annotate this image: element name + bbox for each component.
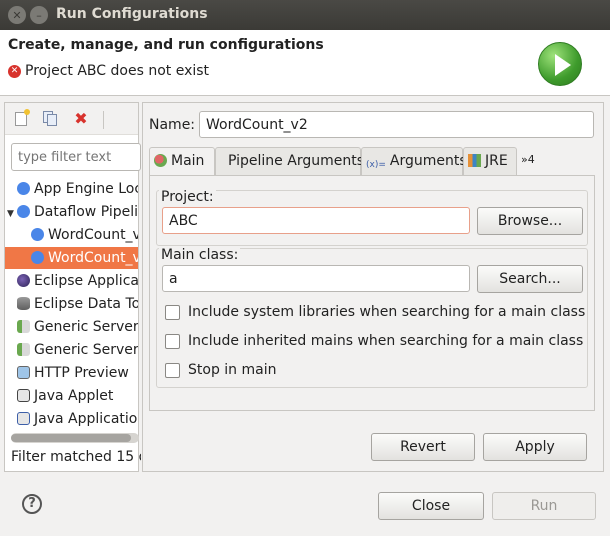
tree-item-label: Eclipse Application <box>34 273 138 289</box>
tree-item-wordcount-v2[interactable]: WordCount_v2 <box>5 247 138 269</box>
tree-item-label: Generic Server <box>34 319 138 335</box>
new-configuration-icon[interactable] <box>15 109 30 126</box>
main-tab-icon <box>154 154 167 167</box>
delete-configuration-icon[interactable]: ✖ <box>73 111 89 127</box>
error-message-text: Project ABC does not exist <box>25 63 210 79</box>
configuration-list-panel: ✖ App Engine Local Server ▼ Dataflow Pipe… <box>4 102 141 472</box>
include-inherited-mains-checkbox[interactable]: Include inherited mains when searching f… <box>165 333 583 349</box>
tab-strip: Main Pipeline Arguments (x)= Arguments JR… <box>149 147 595 175</box>
main-class-group: Main class: Search... Include system lib… <box>156 247 588 388</box>
hex-icon <box>31 228 44 241</box>
checkbox-label: Stop in main <box>188 362 277 378</box>
dialog-header: Create, manage, and run configurations ✕… <box>0 30 610 96</box>
eclipse-icon <box>17 274 30 287</box>
project-input[interactable] <box>162 207 470 234</box>
tree-item-http-preview[interactable]: HTTP Preview <box>5 362 138 384</box>
run-button: Run <box>492 492 596 520</box>
tree-item-label: WordCount_v2 <box>48 250 138 266</box>
tree-item-label: Java Applet <box>34 388 114 404</box>
hex-icon <box>31 251 44 264</box>
tree-item-label: Eclipse Data Tools <box>34 296 138 312</box>
revert-button[interactable]: Revert <box>371 433 475 461</box>
tree-item-app-engine[interactable]: App Engine Local Server <box>5 178 138 200</box>
tab-label: JRE <box>485 153 508 169</box>
http-icon <box>17 366 30 379</box>
tab-overflow[interactable]: »4 <box>517 147 547 175</box>
tree-item-label: HTTP Preview <box>34 365 129 381</box>
filter-input[interactable] <box>11 143 141 171</box>
toolbar-separator <box>103 111 104 129</box>
tree-horizontal-scrollbar[interactable] <box>11 433 139 443</box>
name-input[interactable] <box>199 111 594 138</box>
duplicate-configuration-icon[interactable] <box>43 111 59 127</box>
checkbox-box[interactable] <box>165 304 180 320</box>
error-icon: ✕ <box>8 64 21 78</box>
main-class-label: Main class: <box>159 247 241 263</box>
tree-item-label: Dataflow Pipeline <box>34 204 138 220</box>
tab-arguments[interactable]: (x)= Arguments <box>361 147 467 175</box>
checkbox-box[interactable] <box>165 362 180 378</box>
tab-label: Arguments <box>389 153 467 169</box>
help-icon[interactable]: ? <box>22 494 42 514</box>
configuration-editor-panel: Name: Main Pipeline Arguments (x)=Argume… <box>142 102 604 472</box>
tree-item-java-applet[interactable]: Java Applet <box>5 385 138 407</box>
tree-item-dataflow-pipeline[interactable]: ▼ Dataflow Pipeline <box>5 201 138 223</box>
title-bar: ✕ – Run Configurations <box>0 0 610 30</box>
tab-label: Main <box>171 153 205 169</box>
server-icon <box>17 343 30 356</box>
tree-item-eclipse-data-tools[interactable]: Eclipse Data Tools <box>5 293 138 315</box>
jre-icon <box>468 154 481 167</box>
checkbox-label: Include inherited mains when searching f… <box>188 333 584 349</box>
variables-icon: (x)= <box>366 160 386 170</box>
left-toolbar: ✖ <box>5 103 138 135</box>
window-close-button[interactable]: ✕ <box>8 6 26 24</box>
run-icon <box>538 42 582 86</box>
server-icon <box>17 320 30 333</box>
error-message: ✕ Project ABC does not exist <box>8 63 209 79</box>
close-button[interactable]: Close <box>378 492 484 520</box>
main-class-input[interactable] <box>162 265 470 292</box>
search-button[interactable]: Search... <box>477 265 583 293</box>
tab-jre[interactable]: JRE <box>463 147 517 175</box>
tree-item-java-application[interactable]: Java Application <box>5 408 138 428</box>
header-title: Create, manage, and run configurations <box>8 37 324 53</box>
browse-button[interactable]: Browse... <box>477 207 583 235</box>
scrollbar-thumb[interactable] <box>11 434 131 442</box>
name-label: Name: <box>149 117 196 133</box>
stop-in-main-checkbox[interactable]: Stop in main <box>165 362 276 378</box>
tab-overflow-label: »4 <box>521 153 535 166</box>
tree-item-label: Generic Server (External) <box>34 342 138 358</box>
checkbox-box[interactable] <box>165 333 180 349</box>
project-group: Project: Browse... <box>156 189 588 246</box>
tree-item-generic-server-external[interactable]: Generic Server (External) <box>5 339 138 361</box>
tab-main[interactable]: Main <box>149 147 215 175</box>
window-title: Run Configurations <box>56 6 208 22</box>
tree-item-label: App Engine Local Server <box>34 181 138 197</box>
tree-item-label: Java Application <box>34 411 138 427</box>
window-minimize-button[interactable]: – <box>30 6 48 24</box>
apply-button[interactable]: Apply <box>483 433 587 461</box>
applet-icon <box>17 389 30 402</box>
main-tab-panel: Project: Browse... Main class: Search...… <box>149 175 595 411</box>
tree-item-label: WordCount_v1 <box>48 227 138 243</box>
checkbox-label: Include system libraries when searching … <box>188 304 586 320</box>
tree-item-eclipse-application[interactable]: Eclipse Application <box>5 270 138 292</box>
project-label: Project: <box>159 189 216 205</box>
include-system-libraries-checkbox[interactable]: Include system libraries when searching … <box>165 304 585 320</box>
hex-icon <box>17 182 30 195</box>
filter-status: Filter matched 15 of 15 items <box>11 449 141 465</box>
hex-icon <box>17 205 30 218</box>
expand-arrow-icon[interactable]: ▼ <box>7 203 17 223</box>
tree-item-generic-server[interactable]: Generic Server <box>5 316 138 338</box>
tree-item-wordcount-v1[interactable]: WordCount_v1 <box>5 224 138 246</box>
tab-pipeline-arguments[interactable]: Pipeline Arguments <box>215 147 364 175</box>
tab-label: Pipeline Arguments <box>228 153 364 169</box>
java-app-icon <box>17 412 30 425</box>
configuration-tree: App Engine Local Server ▼ Dataflow Pipeli… <box>5 178 138 428</box>
database-icon <box>17 297 30 310</box>
